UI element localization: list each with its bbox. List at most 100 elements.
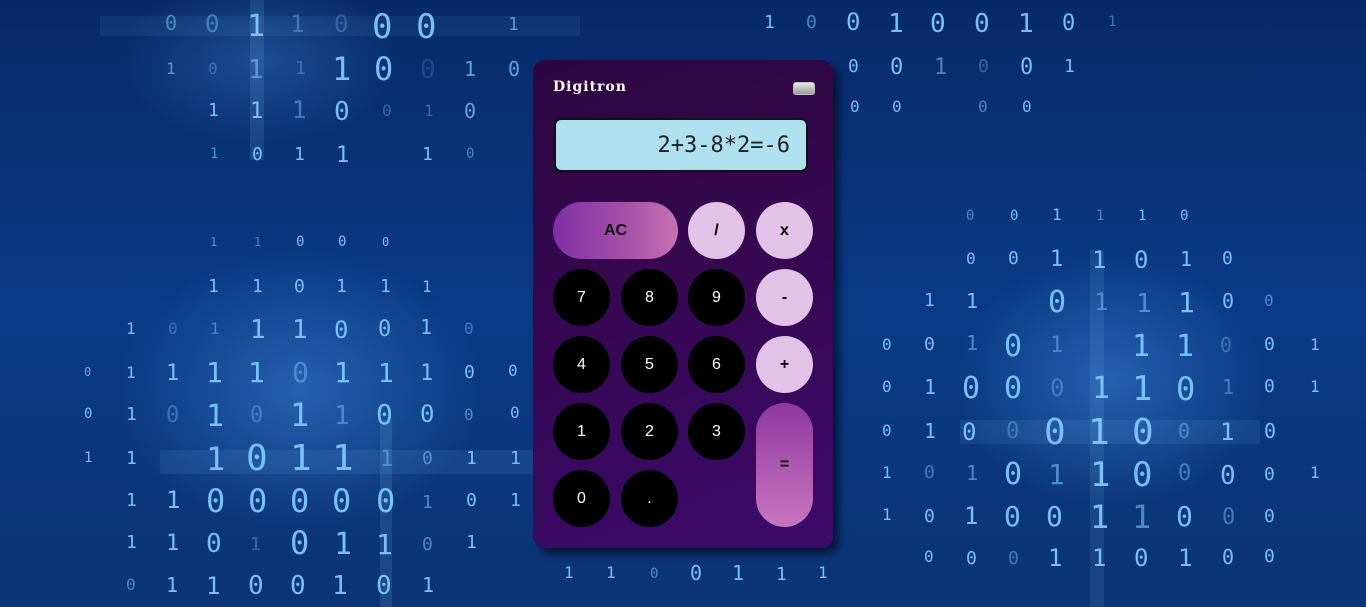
svg-text:1: 1 (1018, 9, 1034, 39)
svg-text:1: 1 (166, 486, 180, 514)
svg-text:0: 0 (1132, 412, 1154, 453)
svg-text:0: 0 (1006, 419, 1019, 444)
svg-text:0: 0 (1020, 55, 1033, 80)
svg-text:1: 1 (1088, 412, 1110, 453)
divide-button[interactable]: / (688, 202, 745, 259)
svg-text:1: 1 (247, 9, 265, 44)
svg-text:0: 0 (508, 57, 520, 81)
svg-text:0: 0 (1134, 544, 1148, 572)
svg-text:0: 0 (1044, 412, 1066, 453)
digit-2-button[interactable]: 2 (621, 403, 678, 460)
svg-text:1: 1 (1138, 208, 1146, 224)
svg-text:0: 0 (1132, 455, 1152, 495)
svg-text:1: 1 (508, 14, 519, 35)
svg-text:1: 1 (332, 571, 348, 601)
svg-text:1: 1 (1136, 289, 1152, 319)
svg-text:0: 0 (806, 12, 817, 33)
svg-text:1: 1 (1048, 544, 1062, 572)
digit-6-button[interactable]: 6 (688, 336, 745, 393)
svg-text:1: 1 (422, 573, 434, 597)
svg-text:0: 0 (416, 7, 436, 47)
digit-0-button[interactable]: 0 (553, 470, 610, 527)
svg-text:0: 0 (924, 462, 935, 483)
svg-text:0: 0 (1222, 248, 1233, 269)
svg-text:0: 0 (966, 249, 976, 268)
plus-button[interactable]: + (756, 336, 813, 393)
svg-text:0: 0 (420, 400, 434, 428)
svg-text:0: 0 (464, 362, 475, 383)
svg-text:1: 1 (126, 319, 136, 338)
svg-text:0: 0 (1264, 291, 1274, 310)
svg-text:0: 0 (848, 56, 859, 77)
svg-text:1: 1 (966, 331, 978, 355)
svg-text:0: 0 (332, 482, 351, 520)
svg-text:1: 1 (292, 96, 306, 124)
decimal-button[interactable]: . (621, 470, 678, 527)
svg-text:1: 1 (1050, 333, 1063, 358)
svg-text:1: 1 (1090, 455, 1110, 495)
svg-text:0: 0 (1222, 289, 1234, 313)
svg-text:1: 1 (1092, 544, 1106, 572)
svg-text:0: 0 (250, 403, 263, 428)
svg-text:1: 1 (422, 492, 433, 513)
svg-text:0: 0 (1220, 333, 1232, 357)
svg-text:0: 0 (930, 9, 946, 39)
svg-text:1: 1 (934, 55, 947, 80)
digit-8-button[interactable]: 8 (621, 269, 678, 326)
svg-text:0: 0 (974, 9, 990, 39)
digit-7-button[interactable]: 7 (553, 269, 610, 326)
multiply-button[interactable]: x (756, 202, 813, 259)
svg-text:1: 1 (1094, 288, 1108, 316)
svg-text:0: 0 (338, 234, 346, 250)
svg-text:0: 0 (422, 534, 433, 555)
svg-text:1: 1 (210, 146, 218, 162)
clear-button[interactable]: AC (553, 202, 678, 259)
svg-text:0: 0 (1048, 285, 1066, 320)
svg-text:1: 1 (126, 532, 137, 553)
svg-text:1: 1 (248, 356, 265, 389)
svg-text:1: 1 (1050, 247, 1063, 272)
svg-text:0: 0 (1176, 370, 1195, 408)
svg-text:0: 0 (1178, 419, 1190, 443)
equals-button[interactable]: = (756, 403, 813, 527)
svg-text:0: 0 (1050, 374, 1064, 402)
svg-text:0: 0 (294, 276, 305, 297)
svg-text:0: 0 (508, 361, 518, 380)
digit-5-button[interactable]: 5 (621, 336, 678, 393)
svg-text:0: 0 (966, 208, 974, 224)
minus-button[interactable]: - (756, 269, 813, 326)
svg-text:0: 0 (924, 506, 935, 527)
svg-text:0: 0 (248, 571, 264, 601)
digit-3-button[interactable]: 3 (688, 403, 745, 460)
digit-4-button[interactable]: 4 (553, 336, 610, 393)
digit-9-button[interactable]: 9 (688, 269, 745, 326)
svg-text:0: 0 (1046, 500, 1063, 533)
svg-text:0: 0 (510, 403, 520, 422)
svg-text:0: 0 (165, 11, 177, 35)
svg-text:1: 1 (210, 319, 220, 338)
svg-text:1: 1 (966, 289, 978, 313)
svg-text:0: 0 (1264, 334, 1275, 355)
svg-text:1: 1 (380, 276, 391, 297)
svg-text:0: 0 (205, 10, 219, 38)
svg-text:1: 1 (422, 144, 433, 165)
svg-text:1: 1 (380, 447, 393, 472)
svg-text:0: 0 (246, 438, 268, 479)
svg-text:0: 0 (924, 334, 935, 355)
svg-text:0: 0 (690, 561, 702, 585)
svg-text:0: 0 (882, 377, 892, 396)
solar-panel-icon (793, 82, 815, 95)
svg-text:0: 0 (464, 99, 476, 123)
svg-text:1: 1 (1108, 14, 1116, 30)
svg-text:1: 1 (1178, 286, 1195, 319)
svg-text:1: 1 (1310, 335, 1320, 354)
svg-text:0: 0 (650, 566, 658, 582)
svg-text:0: 0 (206, 482, 225, 520)
svg-text:1: 1 (292, 315, 308, 345)
svg-text:1: 1 (376, 528, 393, 561)
digit-1-button[interactable]: 1 (553, 403, 610, 460)
svg-text:0: 0 (372, 7, 392, 47)
svg-text:0: 0 (292, 356, 309, 389)
calculator: Digitron 2+3-8*2=-6 AC / x 7 8 9 - 4 5 6… (533, 60, 833, 548)
svg-text:1: 1 (206, 572, 220, 600)
